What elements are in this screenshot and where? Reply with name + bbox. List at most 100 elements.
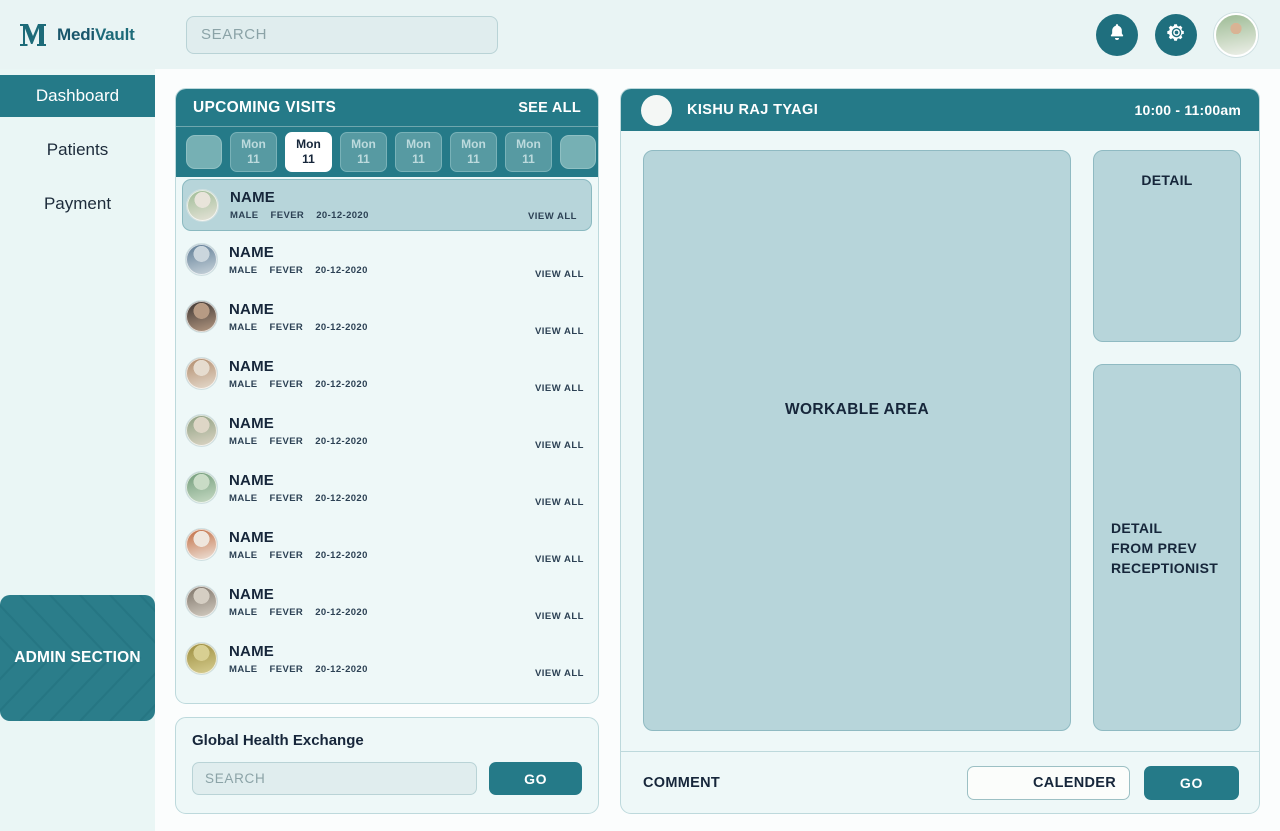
date-selector-strip: Mon 11 Mon 11 Mon 11 Mon 11 Mon 11 Mon 1… xyxy=(176,127,598,177)
view-all-link[interactable]: VIEW ALL xyxy=(535,383,584,394)
visit-patient-name: NAME xyxy=(229,642,274,660)
visit-gender: MALE xyxy=(229,378,258,390)
visits-list[interactable]: NAME MALE FEVER 20-12-2020 VIEW ALL NAME MALE F… xyxy=(176,177,598,703)
exchange-search-input[interactable]: SEARCH xyxy=(192,762,478,795)
date-chip-selected[interactable]: Mon 11 xyxy=(285,132,332,172)
detail-panel-label: DETAIL xyxy=(1141,172,1193,188)
next-nav-button[interactable] xyxy=(560,135,596,169)
appointment-time: 10:00 - 11:00am xyxy=(1134,102,1241,118)
detail-panel[interactable]: DETAIL xyxy=(1093,150,1241,342)
view-all-link[interactable]: VIEW ALL xyxy=(535,554,584,565)
visit-info: NAME MALE FEVER 20-12-2020 xyxy=(229,358,368,390)
visit-date: 20-12-2020 xyxy=(315,378,368,390)
comment-bar: COMMENT CALENDER GO xyxy=(621,751,1259,813)
visit-info: NAME MALE FEVER 20-12-2020 xyxy=(229,415,368,447)
detail-column: DETAIL DETAIL FROM PREV RECEPTIONIST xyxy=(1093,150,1241,780)
visit-condition: FEVER xyxy=(269,435,304,447)
date-chip[interactable]: Mon 11 xyxy=(340,132,387,172)
visit-row[interactable]: NAME MALE FEVER 20-12-2020 VIEW ALL xyxy=(176,516,598,573)
view-all-link[interactable]: VIEW ALL xyxy=(535,440,584,451)
date-chip[interactable]: Mon 11 xyxy=(395,132,442,172)
app-logo-text: MediVault xyxy=(57,24,135,44)
patient-avatar xyxy=(185,300,218,333)
calender-value-text: CALENDER xyxy=(1033,774,1116,791)
notifications-button[interactable] xyxy=(1096,13,1138,56)
see-all-link[interactable]: SEE ALL xyxy=(518,100,581,116)
patient-avatar xyxy=(185,243,218,276)
visit-row[interactable]: NAME MALE FEVER 20-12-2020 VIEW ALL xyxy=(176,630,598,687)
visit-row[interactable]: NAME MALE FEVER 20-12-2020 VIEW ALL xyxy=(176,345,598,402)
visit-row[interactable]: NAME MALE FEVER 20-12-2020 VIEW ALL xyxy=(176,288,598,345)
date-chip-date: 11 xyxy=(467,152,480,166)
visit-row-selected[interactable]: NAME MALE FEVER 20-12-2020 VIEW ALL xyxy=(182,179,592,231)
comment-label: COMMENT xyxy=(643,774,721,791)
visit-gender: MALE xyxy=(230,210,259,221)
view-all-link[interactable]: VIEW ALL xyxy=(535,326,584,337)
view-all-link[interactable]: VIEW ALL xyxy=(535,497,584,508)
visit-condition: FEVER xyxy=(269,663,304,675)
visit-patient-name: NAME xyxy=(230,189,275,206)
visit-condition: FEVER xyxy=(269,549,304,561)
sidebar-item-dashboard[interactable]: Dashboard xyxy=(0,75,155,117)
visit-date: 20-12-2020 xyxy=(315,492,368,504)
settings-button[interactable] xyxy=(1155,13,1197,56)
admin-section-card[interactable]: ADMIN SECTION xyxy=(0,595,155,721)
visit-info: NAME MALE FEVER 20-12-2020 xyxy=(229,643,368,675)
visit-row[interactable]: NAME MALE FEVER 20-12-2020 VIEW ALL xyxy=(176,402,598,459)
visit-date: 20-12-2020 xyxy=(315,264,368,276)
view-all-link[interactable]: VIEW ALL xyxy=(535,611,584,622)
patient-avatar xyxy=(185,528,218,561)
view-all-link[interactable]: VIEW ALL xyxy=(535,269,584,280)
workable-area[interactable]: WORKABLE AREA xyxy=(643,150,1071,731)
exchange-go-button[interactable]: GO xyxy=(489,762,582,795)
date-chip-day: Mon xyxy=(296,137,321,151)
gear-icon xyxy=(1166,22,1187,48)
visit-meta: MALE FEVER 20-12-2020 xyxy=(229,379,368,390)
sidebar-item-label: Dashboard xyxy=(35,86,120,105)
patient-avatar xyxy=(185,642,218,675)
visit-meta: MALE FEVER 20-12-2020 xyxy=(229,664,368,675)
visit-row[interactable]: NAME MALE FEVER 20-12-2020 VIEW ALL xyxy=(176,231,598,288)
visit-row[interactable]: NAME MALE FEVER 20-12-2020 VIEW ALL xyxy=(176,573,598,630)
visit-patient-name: NAME xyxy=(229,243,274,261)
exchange-go-label: GO xyxy=(524,770,548,787)
visit-condition: FEVER xyxy=(269,264,304,276)
bell-icon xyxy=(1107,22,1127,47)
date-chip[interactable]: Mon 11 xyxy=(230,132,277,172)
visit-gender: MALE xyxy=(229,264,258,276)
patient-avatar xyxy=(186,188,219,222)
detail-from-prev-receptionist-panel[interactable]: DETAIL FROM PREV RECEPTIONIST xyxy=(1093,364,1241,731)
date-chip[interactable]: Mon 11 xyxy=(505,132,552,172)
visit-info: NAME MALE FEVER 20-12-2020 xyxy=(229,301,368,333)
view-all-link[interactable]: VIEW ALL xyxy=(528,211,577,222)
sidebar-item-payment[interactable]: Payment xyxy=(0,183,155,225)
date-chip-date: 11 xyxy=(247,152,260,166)
visit-patient-name: NAME xyxy=(229,471,274,489)
calender-input[interactable]: CALENDER xyxy=(967,765,1130,800)
search-input[interactable]: SEARCH xyxy=(186,15,498,54)
visit-date: 20-12-2020 xyxy=(315,549,368,561)
visit-info: NAME MALE FEVER 20-12-2020 xyxy=(230,189,369,221)
visit-meta: MALE FEVER 20-12-2020 xyxy=(229,322,368,333)
m-monogram-icon xyxy=(18,20,48,50)
visit-condition: FEVER xyxy=(269,606,304,618)
date-chip[interactable]: Mon 11 xyxy=(450,132,497,172)
visit-condition: FEVER xyxy=(269,492,304,504)
user-avatar[interactable] xyxy=(1214,12,1258,57)
date-chip-day: Mon xyxy=(241,137,266,151)
visit-date: 20-12-2020 xyxy=(315,321,368,333)
patient-avatar xyxy=(185,414,218,447)
workspace-body: WORKABLE AREA DETAIL DETAIL FROM PREV RE… xyxy=(621,131,1259,780)
comment-go-button[interactable]: GO xyxy=(1144,765,1239,800)
visit-info: NAME MALE FEVER 20-12-2020 xyxy=(229,472,368,504)
date-chip-day: Mon xyxy=(516,137,541,151)
app-logo[interactable]: MediVault xyxy=(18,20,155,50)
visit-condition: FEVER xyxy=(270,210,305,221)
sidebar-item-patients[interactable]: Patients xyxy=(0,129,155,171)
date-chip-date: 11 xyxy=(412,152,425,166)
view-all-link[interactable]: VIEW ALL xyxy=(535,668,584,679)
visit-row[interactable]: NAME MALE FEVER 20-12-2020 VIEW ALL xyxy=(176,459,598,516)
prev-nav-button[interactable] xyxy=(186,135,222,169)
visit-meta: MALE FEVER 20-12-2020 xyxy=(229,265,368,276)
visit-info: NAME MALE FEVER 20-12-2020 xyxy=(229,586,368,618)
